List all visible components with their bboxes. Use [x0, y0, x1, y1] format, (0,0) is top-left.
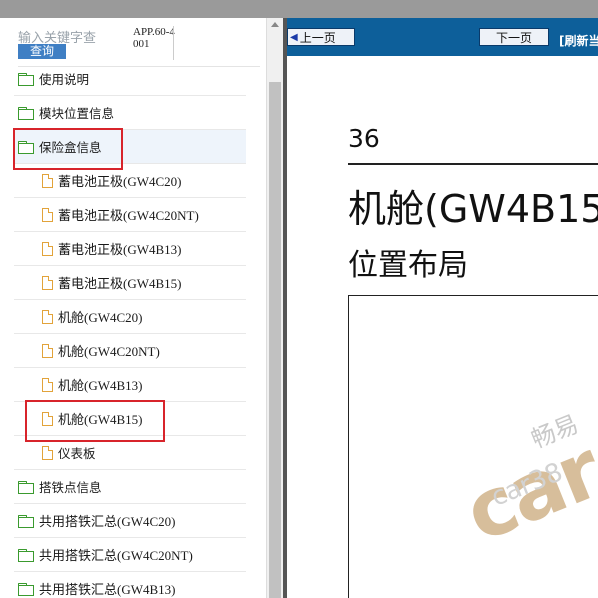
prev-page-button[interactable]: ◀ 上一页: [287, 28, 355, 46]
tree-item[interactable]: 仪表板: [14, 436, 246, 470]
prev-page-label: 上一页: [299, 30, 336, 45]
tree-item[interactable]: 共用搭铁汇总(GW4C20): [14, 504, 246, 538]
file-icon: [42, 173, 53, 188]
top-strip: [0, 0, 598, 18]
search-button[interactable]: 查询: [18, 44, 66, 59]
tree-item-label: 蓄电池正极(GW4C20): [58, 174, 182, 189]
folder-icon: [18, 548, 34, 562]
tree-item[interactable]: 机舱(GW4B13): [14, 368, 246, 402]
scrollbar-thumb[interactable]: [269, 82, 281, 598]
tree-item-label: 机舱(GW4C20NT): [58, 344, 160, 359]
tree-item-label: 蓄电池正极(GW4B13): [58, 242, 182, 257]
file-icon: [42, 343, 53, 358]
folder-icon: [18, 106, 34, 120]
file-icon: [42, 445, 53, 460]
file-icon: [42, 275, 53, 290]
tree-item-label: 机舱(GW4B13): [58, 378, 143, 393]
document-subtitle: 位置布局: [348, 248, 468, 283]
folder-icon: [18, 72, 34, 86]
folder-icon: [18, 582, 34, 596]
scroll-up-arrow-icon[interactable]: [271, 22, 279, 27]
tree-item-label: 机舱(GW4B15): [58, 412, 143, 427]
tree-item[interactable]: 蓄电池正极(GW4C20NT): [14, 198, 246, 232]
tree-list: 使用说明模块位置信息 保险盒信息蓄电池正极(GW4C20) 蓄电池正极(GW4C20…: [14, 62, 246, 598]
tree-item-label: 机舱(GW4C20): [58, 310, 143, 325]
tree-item[interactable]: 共用搭铁汇总(GW4C20NT): [14, 538, 246, 572]
tree-item-label: 共用搭铁汇总(GW4C20): [39, 514, 176, 529]
tree-item[interactable]: 蓄电池正极(GW4B13): [14, 232, 246, 266]
tree-item[interactable]: 使用说明: [14, 62, 246, 96]
title-rule: [348, 163, 598, 165]
next-page-button[interactable]: 下一页: [479, 28, 549, 46]
app-code-divider: [173, 26, 174, 60]
tree-item-label: 蓄电池正极(GW4C20NT): [58, 208, 199, 223]
nav-bar: ◀ 上一页 下一页 [刷新当: [287, 18, 598, 56]
file-icon: [42, 309, 53, 324]
file-icon: [42, 377, 53, 392]
tree-item[interactable]: 共用搭铁汇总(GW4B13): [14, 572, 246, 598]
tree-item[interactable]: 搭铁点信息: [14, 470, 246, 504]
app-code: APP.60-4001: [133, 26, 175, 50]
tree-item[interactable]: 蓄电池正极(GW4B15): [14, 266, 246, 300]
tree-item[interactable]: 机舱(GW4B15): [14, 402, 246, 436]
file-icon: [42, 411, 53, 426]
tree-item-label: 模块位置信息: [39, 106, 115, 121]
tree-item-label: 使用说明: [39, 72, 90, 87]
tree-item-label: 保险盒信息: [39, 140, 102, 155]
tree-item-label: 共用搭铁汇总(GW4B13): [39, 582, 176, 597]
tree-item-label: 搭铁点信息: [39, 480, 102, 495]
page-number: 36: [348, 124, 380, 153]
document-title: 机舱(GW4B15: [348, 187, 598, 231]
left-pane: 查询 APP.60-4001 使用说明模块位置信息保险盒信息蓄电池正极(GW4C…: [0, 18, 266, 598]
arrow-left-icon: ◀: [290, 31, 298, 43]
tree-item[interactable]: 保险盒信息: [14, 130, 246, 164]
file-icon: [42, 241, 53, 256]
tree-item-label: 共用搭铁汇总(GW4C20NT): [39, 548, 193, 563]
tree-item[interactable]: 模块位置信息: [14, 96, 246, 130]
tree-item-label: 仪表板: [58, 446, 96, 461]
file-icon: [42, 207, 53, 222]
tree-item-label: 蓄电池正极(GW4B15): [58, 276, 182, 291]
folder-icon: [18, 514, 34, 528]
refresh-link[interactable]: [刷新当: [559, 32, 598, 49]
folder-icon: [18, 480, 34, 494]
tree-item[interactable]: 机舱(GW4C20): [14, 300, 246, 334]
folder-icon: [18, 140, 34, 154]
tree-item[interactable]: 机舱(GW4C20NT): [14, 334, 246, 368]
next-page-label: 下一页: [495, 30, 532, 45]
tree-item[interactable]: 蓄电池正极(GW4C20): [14, 164, 246, 198]
left-scrollbar[interactable]: [266, 18, 283, 598]
